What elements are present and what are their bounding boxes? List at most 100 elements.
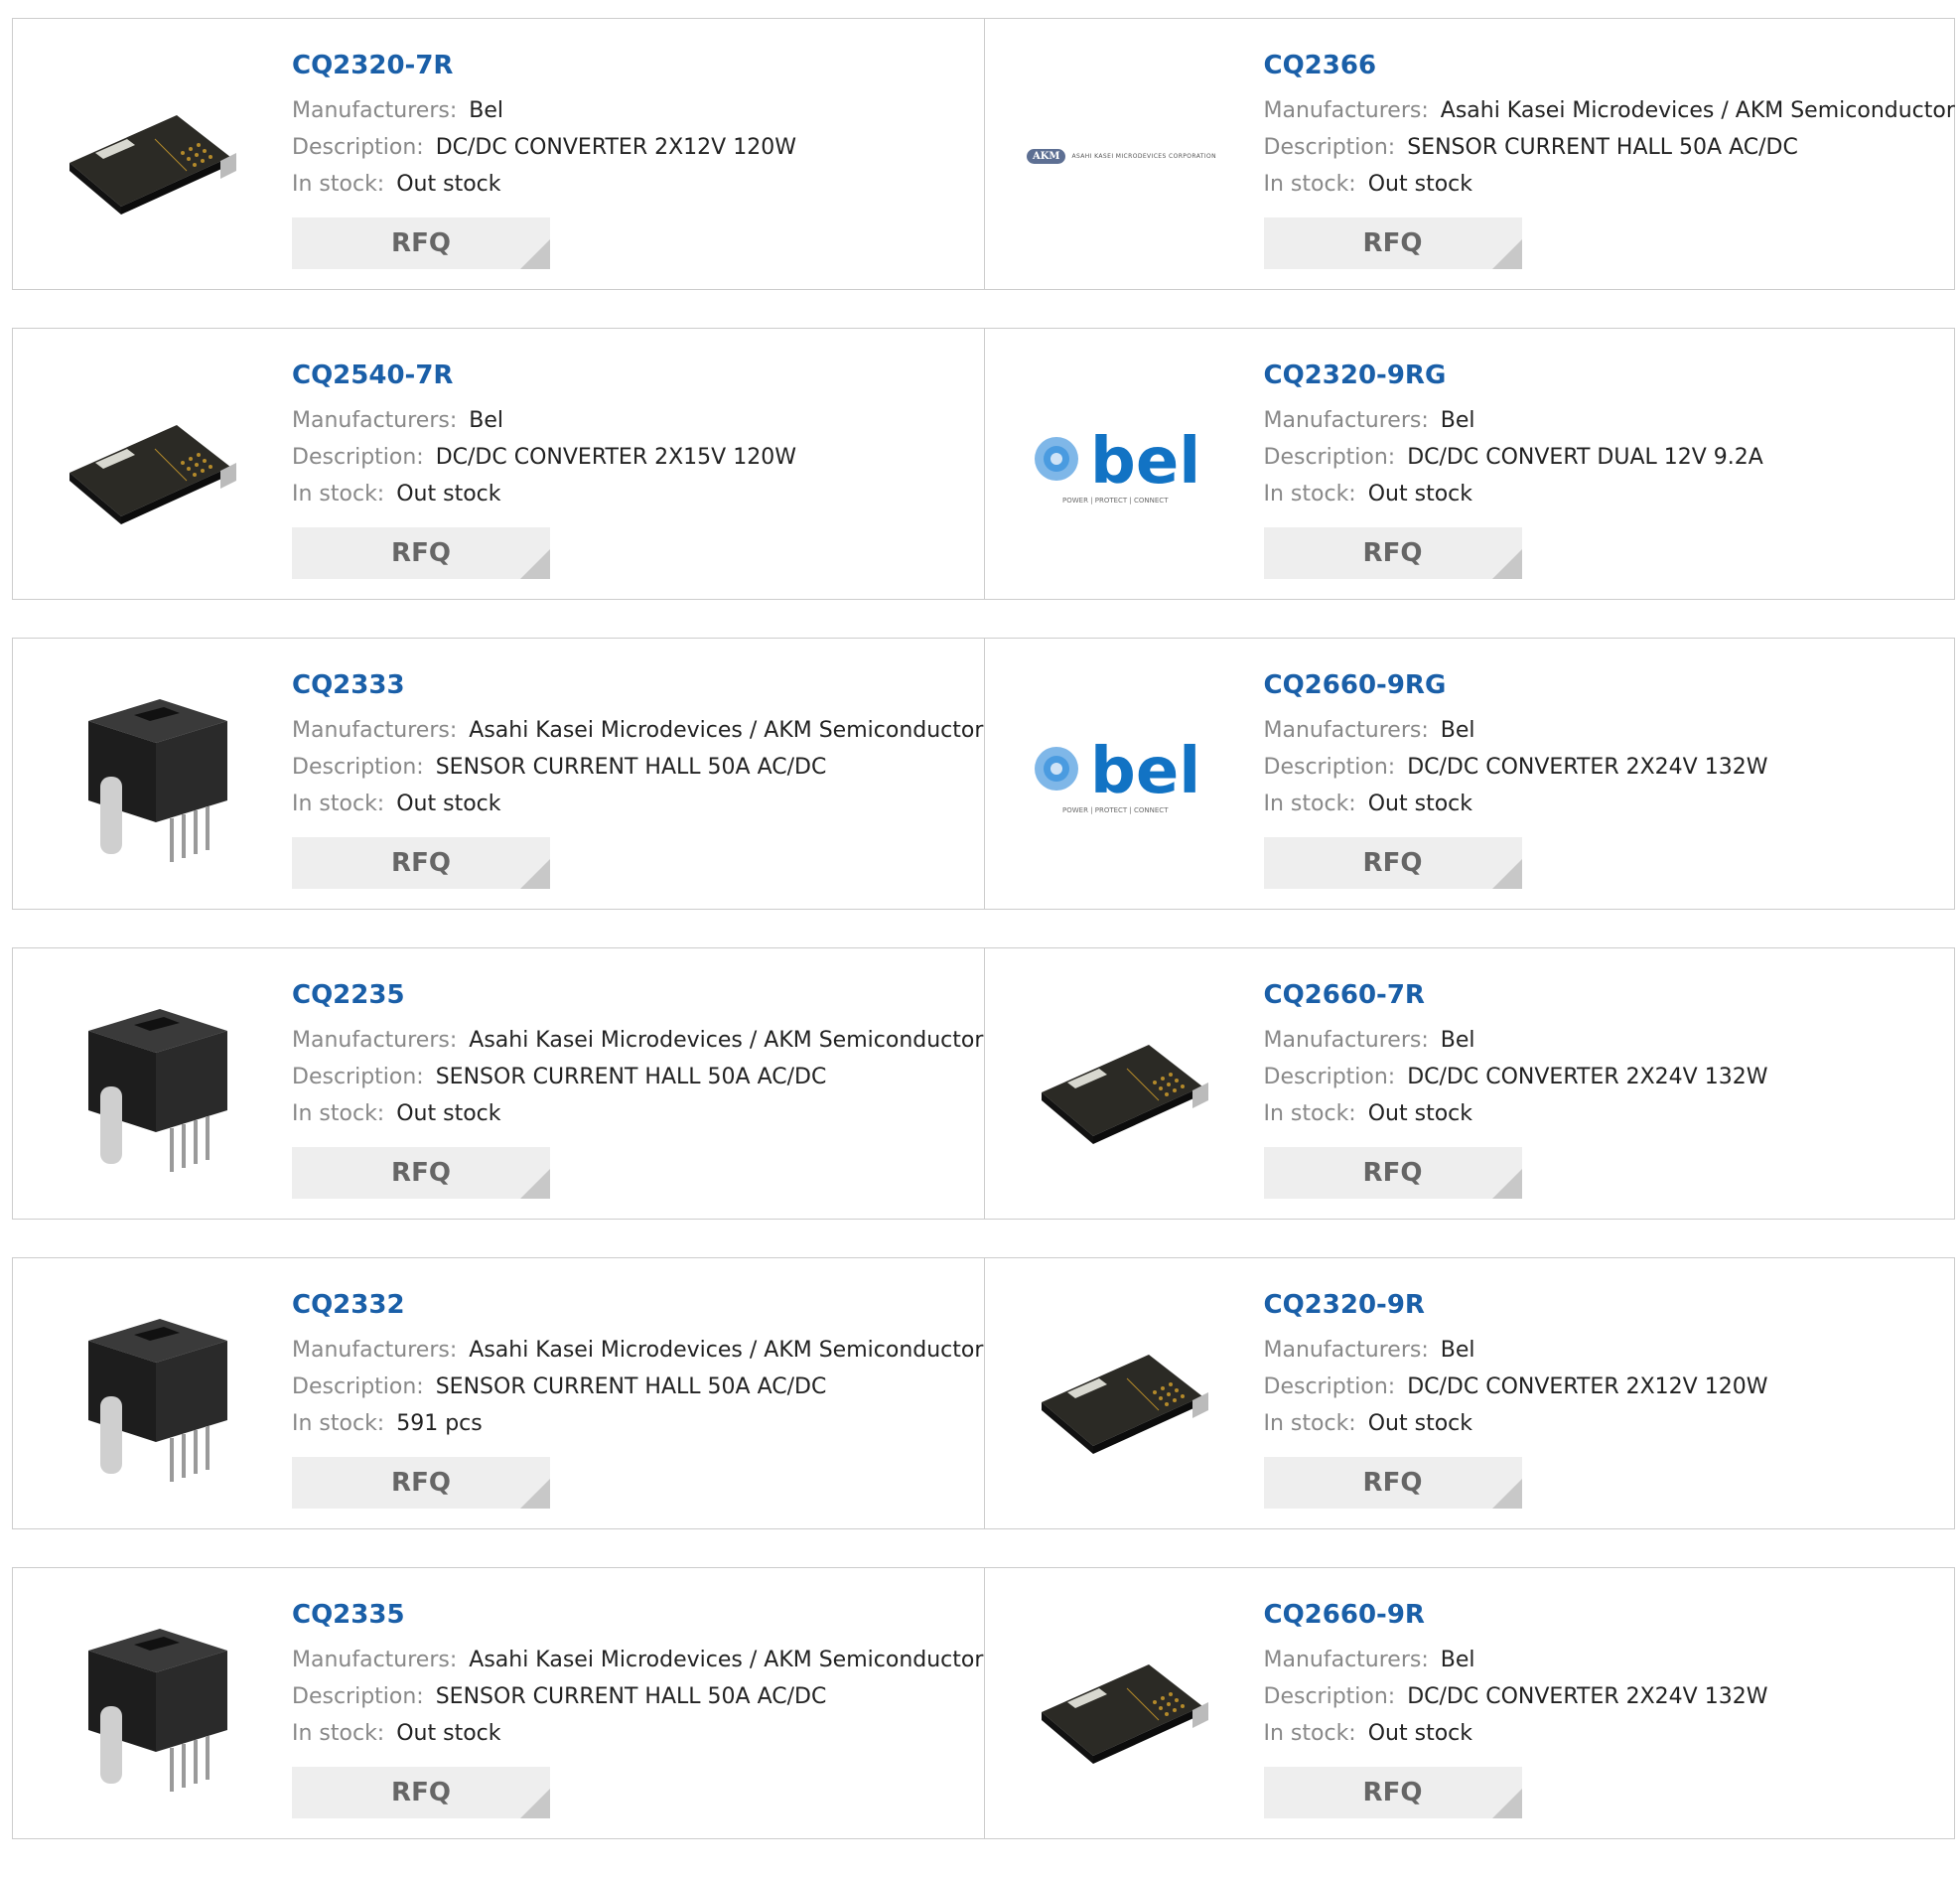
rfq-button[interactable]: RFQ [292,1457,550,1509]
hall-sensor-image [88,1629,227,1792]
description-row: Description: SENSOR CURRENT HALL 50A AC/D… [292,749,976,786]
manufacturer-row: Manufacturers: Bel [1264,1332,1947,1369]
product-image[interactable] [51,1296,249,1495]
rfq-label: RFQ [391,228,451,258]
part-number-link[interactable]: CQ2320-7R [292,49,976,82]
bel-logo-text: bel [1090,735,1200,808]
description-value: SENSOR CURRENT HALL 50A AC/DC [1407,135,1798,160]
rfq-label: RFQ [1362,228,1423,258]
rfq-label: RFQ [1362,1778,1423,1807]
dcdc-module-image [70,115,236,215]
description-value: DC/DC CONVERTER 2X24V 132W [1407,1065,1768,1089]
part-number-link[interactable]: CQ2320-9RG [1264,359,1947,392]
akm-logo: AKM ASAHI KASEI MICRODEVICES CORPORATION [1026,148,1217,164]
rfq-button[interactable]: RFQ [292,837,550,889]
product-row: CQ2333 Manufacturers: Asahi Kasei Microde… [12,638,1955,910]
product-card: CQ2540-7R Manufacturers: Bel Description:… [13,329,984,599]
stock-row: In stock: Out stock [292,1715,976,1752]
product-info: CQ2320-9RG Manufacturers: Bel Description… [1264,359,1947,512]
hall-sensor-image [88,1009,227,1172]
rfq-button[interactable]: RFQ [1263,1147,1522,1199]
stock-row: In stock: Out stock [1264,1405,1947,1442]
rfq-button[interactable]: RFQ [292,1767,550,1818]
product-row: CQ2335 Manufacturers: Asahi Kasei Microde… [12,1567,1955,1839]
manufacturers-label: Manufacturers: [1263,98,1429,123]
corner-triangle-icon [520,1479,550,1509]
product-image[interactable] [1023,1606,1221,1805]
product-card: CQ2335 Manufacturers: Asahi Kasei Microde… [13,1568,984,1838]
product-image[interactable] [1023,986,1221,1185]
description-label: Description: [292,445,424,470]
product-image[interactable] [51,1606,249,1805]
manufacturer-value: Asahi Kasei Microdevices / AKM Semicondu… [469,1648,984,1672]
description-value: SENSOR CURRENT HALL 50A AC/DC [435,755,827,780]
part-number-link[interactable]: CQ2540-7R [292,359,976,392]
part-number-link[interactable]: CQ2366 [1264,49,1947,82]
bel-logo-image: bel POWER | PROTECT | CONNECT [1034,735,1200,814]
product-row: CQ2235 Manufacturers: Asahi Kasei Microde… [12,947,1955,1220]
part-number-link[interactable]: CQ2332 [292,1288,976,1322]
rfq-button[interactable]: RFQ [1263,1767,1522,1818]
product-image[interactable] [51,57,249,255]
description-label: Description: [1263,135,1396,160]
manufacturer-value: Asahi Kasei Microdevices / AKM Semicondu… [469,1338,984,1363]
manufacturer-row: Manufacturers: Asahi Kasei Microdevices /… [292,1642,983,1678]
bel-logo-text: bel [1090,425,1200,499]
part-number-link[interactable]: CQ2660-7R [1264,978,1947,1012]
part-number-link[interactable]: CQ2235 [292,978,976,1012]
corner-triangle-icon [1491,549,1522,579]
manufacturer-value: Bel [1440,1028,1475,1053]
rfq-button[interactable]: RFQ [1263,527,1522,579]
part-number-link[interactable]: CQ2660-9RG [1264,668,1947,702]
description-value: DC/DC CONVERTER 2X24V 132W [1407,1684,1768,1709]
description-label: Description: [292,135,424,160]
description-row: Description: DC/DC CONVERTER 2X15V 120W [292,439,976,476]
rfq-label: RFQ [391,848,451,878]
rfq-button[interactable]: RFQ [292,217,550,269]
product-card: CQ2660-7R Manufacturers: Bel Description:… [983,948,1955,1219]
manufacturers-label: Manufacturers: [1263,1338,1429,1363]
rfq-button[interactable]: RFQ [1263,217,1522,269]
corner-triangle-icon [1491,859,1522,889]
manufacturer-row: Manufacturers: Bel [1264,712,1947,749]
stock-value: Out stock [1367,1721,1472,1746]
manufacturers-label: Manufacturers: [292,1648,458,1672]
description-label: Description: [1263,445,1396,470]
manufacturer-value: Bel [469,408,504,433]
product-image[interactable]: bel POWER | PROTECT | CONNECT [1023,676,1221,875]
stock-row: In stock: Out stock [1264,1095,1947,1132]
product-image[interactable] [51,366,249,565]
description-label: Description: [292,1684,424,1709]
rfq-button[interactable]: RFQ [292,1147,550,1199]
description-value: DC/DC CONVERT DUAL 12V 9.2A [1407,445,1763,470]
product-image[interactable] [51,986,249,1185]
stock-value: Out stock [1367,482,1472,506]
product-card: bel POWER | PROTECT | CONNECT CQ2320-9RG… [983,329,1955,599]
part-number-link[interactable]: CQ2333 [292,668,976,702]
dcdc-module-image [1041,1355,1208,1454]
manufacturer-row: Manufacturers: Bel [1264,1642,1947,1678]
rfq-button[interactable]: RFQ [1263,1457,1522,1509]
product-row: CQ2332 Manufacturers: Asahi Kasei Microde… [12,1257,1955,1529]
product-image[interactable] [51,676,249,875]
product-image[interactable] [1023,1296,1221,1495]
product-image[interactable]: AKM ASAHI KASEI MICRODEVICES CORPORATION [1023,57,1221,255]
corner-triangle-icon [1491,239,1522,269]
manufacturer-row: Manufacturers: Bel [292,402,976,439]
description-label: Description: [292,755,424,780]
product-row: CQ2540-7R Manufacturers: Bel Description:… [12,328,1955,600]
part-number-link[interactable]: CQ2660-9R [1264,1598,1947,1632]
product-image[interactable]: bel POWER | PROTECT | CONNECT [1023,366,1221,565]
part-number-link[interactable]: CQ2335 [292,1598,976,1632]
rfq-button[interactable]: RFQ [1263,837,1522,889]
corner-triangle-icon [1491,1479,1522,1509]
corner-triangle-icon [1491,1789,1522,1818]
description-row: Description: DC/DC CONVERTER 2X24V 132W [1264,1678,1947,1715]
akm-logo-name: ASAHI KASEI MICRODEVICES CORPORATION [1071,152,1217,160]
corner-triangle-icon [520,1789,550,1818]
bel-logo-tagline: POWER | PROTECT | CONNECT [1062,806,1169,814]
part-number-link[interactable]: CQ2320-9R [1264,1288,1947,1322]
description-row: Description: SENSOR CURRENT HALL 50A AC/D… [292,1059,976,1095]
rfq-button[interactable]: RFQ [292,527,550,579]
dcdc-module-image [1041,1664,1208,1764]
